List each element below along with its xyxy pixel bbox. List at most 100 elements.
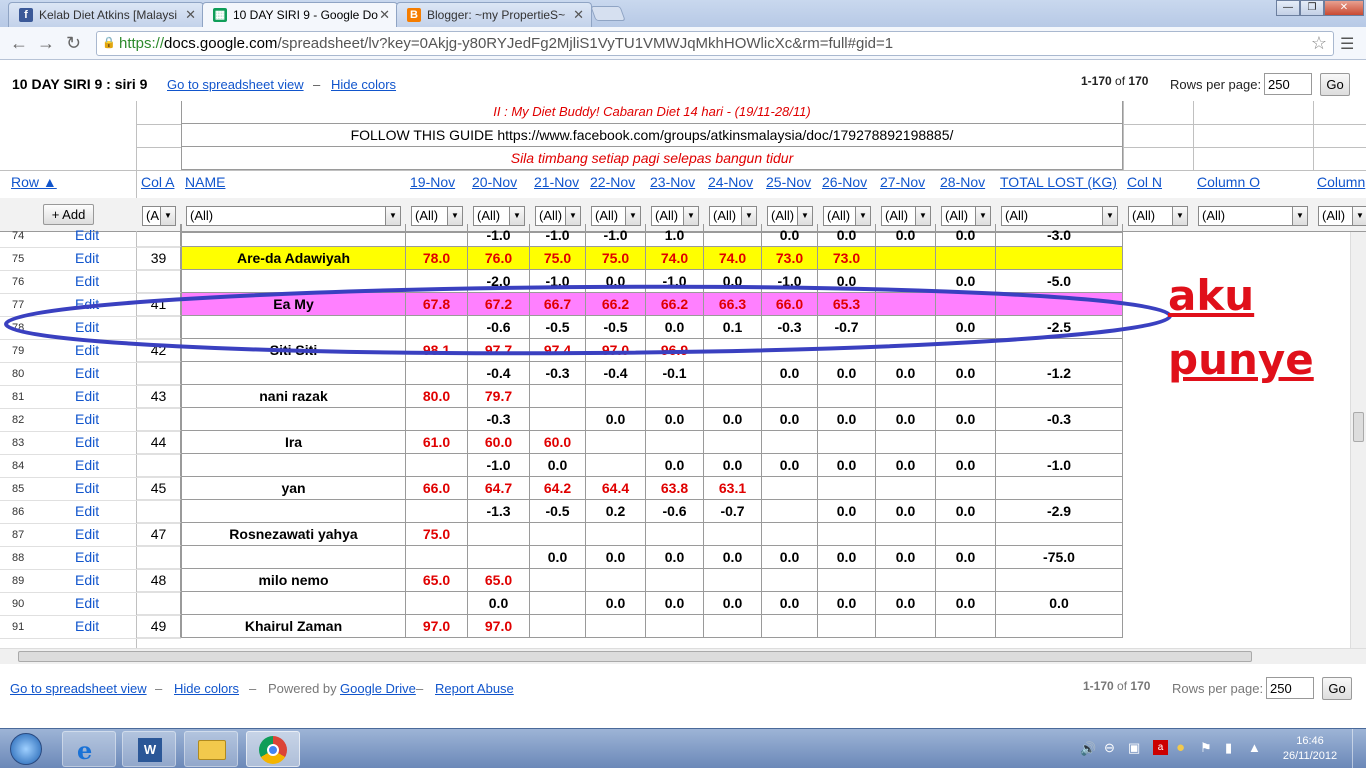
forward-icon[interactable]: →: [37, 32, 55, 54]
column-filter-select[interactable]: (All) ▼: [535, 206, 581, 226]
signal-icon[interactable]: ▲: [1248, 740, 1261, 755]
file-explorer-icon[interactable]: [184, 731, 238, 767]
column-filter-select[interactable]: (All) ▼: [767, 206, 813, 226]
reload-icon[interactable]: ↻: [66, 32, 81, 54]
hide-colors-link[interactable]: Hide colors: [331, 77, 396, 92]
scroll-thumb[interactable]: [18, 651, 1252, 662]
google-sheets-icon: ▦: [213, 8, 227, 22]
system-clock[interactable]: 16:46 26/11/2012: [1276, 734, 1344, 764]
hide-colors-link[interactable]: Hide colors: [174, 681, 239, 696]
chevron-down-icon[interactable]: ▼: [975, 207, 990, 225]
chevron-down-icon[interactable]: ▼: [797, 207, 812, 225]
column-filter-select[interactable]: (All) ▼: [651, 206, 699, 226]
chevron-down-icon[interactable]: ▼: [855, 207, 870, 225]
column-filter-select[interactable]: (All) ▼: [411, 206, 463, 226]
chrome-icon[interactable]: [246, 731, 300, 767]
horizontal-scrollbar[interactable]: [0, 648, 1366, 664]
tab-10-day-siri[interactable]: ▦ 10 DAY SIRI 9 - Google Do ✕: [202, 2, 398, 28]
tab-title: 10 DAY SIRI 9 - Google Do: [233, 8, 378, 22]
column-filter-select[interactable]: (All) ▼: [709, 206, 757, 226]
blogger-icon: B: [407, 8, 421, 22]
column-filter-select[interactable]: (All) ▼: [1001, 206, 1118, 226]
internet-explorer-icon[interactable]: e: [62, 731, 116, 767]
hand-drawn-circle-annotation: [4, 284, 1172, 356]
separator: –: [313, 77, 321, 92]
tray-status-icon[interactable]: ●: [1176, 739, 1185, 756]
facebook-icon: f: [19, 8, 33, 22]
volume-icon[interactable]: 🔊: [1080, 741, 1096, 757]
wrench-menu-icon[interactable]: ☰: [1340, 34, 1354, 54]
column-filter-select[interactable]: (All) ▼: [941, 206, 991, 226]
close-tab-icon[interactable]: ✕: [185, 7, 196, 23]
goto-spreadsheet-link[interactable]: Go to spreadsheet view: [167, 77, 304, 92]
action-center-flag-icon[interactable]: ⚑: [1200, 740, 1212, 756]
chevron-down-icon[interactable]: ▼: [1102, 207, 1117, 225]
chevron-down-icon[interactable]: ▼: [741, 207, 756, 225]
chevron-down-icon[interactable]: ▼: [625, 207, 640, 225]
chevron-down-icon[interactable]: ▼: [1292, 207, 1307, 225]
filter-value: (All): [415, 208, 439, 223]
goto-spreadsheet-link[interactable]: Go to spreadsheet view: [10, 681, 147, 696]
close-tab-icon[interactable]: ✕: [379, 7, 390, 23]
address-bar[interactable]: 🔒 https://docs.google.com/spreadsheet/lv…: [96, 31, 1334, 56]
go-button[interactable]: Go: [1320, 73, 1350, 96]
column-filter-select[interactable]: (All) ▼: [591, 206, 641, 226]
column-filter-select[interactable]: (All) ▼: [473, 206, 525, 226]
battery-icon[interactable]: ▮: [1225, 740, 1232, 756]
filter-value: (All): [477, 208, 501, 223]
column-filter-select[interactable]: (All) ▼: [1128, 206, 1188, 226]
new-tab-button[interactable]: [590, 6, 626, 21]
page-footer: Go to spreadsheet view – Hide colors – P…: [0, 664, 1366, 710]
chevron-down-icon[interactable]: ▼: [509, 207, 524, 225]
bookmark-star-icon[interactable]: ☆: [1311, 33, 1327, 54]
column-filter-select[interactable]: (All) ▼: [1318, 206, 1366, 226]
annotation-text-punye: punye: [1168, 335, 1314, 384]
chevron-down-icon[interactable]: ▼: [385, 207, 400, 225]
tab-kelab-diet[interactable]: f Kelab Diet Atkins [Malaysi ✕: [8, 2, 204, 27]
chevron-down-icon[interactable]: ▼: [915, 207, 930, 225]
start-orb-icon[interactable]: [2, 731, 50, 767]
antivirus-icon[interactable]: a: [1153, 740, 1168, 755]
column-filter-select[interactable]: (All) ▼: [186, 206, 401, 226]
minimize-button[interactable]: —: [1276, 0, 1300, 16]
close-tab-icon[interactable]: ✕: [573, 7, 584, 23]
google-drive-link[interactable]: Google Drive: [340, 681, 416, 696]
tab-title: Blogger: ~my PropertieS~: [427, 8, 566, 22]
browser-toolbar: ← → ↻ 🔒 https://docs.google.com/spreadsh…: [0, 27, 1366, 60]
report-abuse-link[interactable]: Report Abuse: [435, 681, 514, 696]
filter-value: (All): [827, 208, 851, 223]
chevron-down-icon[interactable]: ▼: [683, 207, 698, 225]
chevron-down-icon[interactable]: ▼: [447, 207, 462, 225]
column-filter-select[interactable]: (All) ▼: [1198, 206, 1308, 226]
go-button[interactable]: Go: [1322, 677, 1352, 700]
maximize-button[interactable]: ❐: [1300, 0, 1324, 16]
clock-date: 26/11/2012: [1282, 750, 1338, 762]
rows-per-page-input[interactable]: [1266, 677, 1314, 699]
annotation-text-aku: aku: [1168, 271, 1255, 320]
column-filter-select[interactable]: (A ▼: [142, 206, 176, 226]
chevron-down-icon[interactable]: ▼: [565, 207, 580, 225]
back-icon[interactable]: ←: [10, 32, 28, 54]
rows-per-page-label: Rows per page:: [1172, 681, 1264, 696]
chevron-down-icon[interactable]: ▼: [160, 207, 175, 225]
chevron-down-icon[interactable]: ▼: [1352, 207, 1366, 225]
tray-icon[interactable]: ⊖: [1104, 740, 1115, 756]
network-icon[interactable]: ▣: [1128, 740, 1140, 756]
word-icon[interactable]: W: [122, 731, 176, 767]
spreadsheet-view: II : My Diet Buddy! Cabaran Diet 14 hari…: [0, 101, 1366, 648]
chevron-down-icon[interactable]: ▼: [1172, 207, 1187, 225]
filter-value: (All): [655, 208, 679, 223]
column-filter-select[interactable]: (All) ▼: [881, 206, 931, 226]
page-title: 10 DAY SIRI 9 : siri 9: [12, 76, 148, 92]
lock-icon: 🔒: [102, 37, 116, 49]
vertical-scrollbar[interactable]: [1350, 232, 1366, 648]
browser-tab-strip: f Kelab Diet Atkins [Malaysi ✕ ▦ 10 DAY …: [0, 0, 1366, 28]
scroll-thumb[interactable]: [1353, 412, 1364, 442]
show-desktop-button[interactable]: [1352, 729, 1366, 769]
tab-blogger[interactable]: B Blogger: ~my PropertieS~ ✕: [396, 2, 592, 27]
column-filter-select[interactable]: (All) ▼: [823, 206, 871, 226]
url-path: /spreadsheet/lv?key=0Akjg-y80RYJedFg2Mjl…: [277, 35, 894, 52]
add-row-button[interactable]: + Add: [43, 204, 94, 225]
close-window-button[interactable]: ✕: [1324, 0, 1364, 16]
rows-per-page-input[interactable]: [1264, 73, 1312, 95]
